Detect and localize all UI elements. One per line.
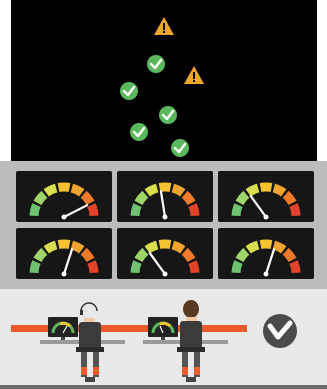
gauge-segment (144, 183, 159, 197)
gauge-segment (282, 190, 297, 206)
gauge-segment (134, 190, 149, 206)
gauge-segment (29, 203, 41, 217)
gauge-6 (231, 239, 301, 277)
gauge-needle (148, 251, 167, 276)
gauge-segment (43, 183, 58, 197)
gauge-segment (235, 190, 250, 206)
monitoring-illustration (0, 0, 327, 389)
floor-line (0, 385, 327, 389)
gauge-segment (134, 247, 149, 263)
gauge-segment (245, 240, 260, 254)
gauge-hub (162, 214, 168, 220)
gauge-segment (57, 182, 71, 192)
gauge-segment (80, 190, 95, 206)
gauge-hub (263, 214, 269, 220)
gauge-segment (259, 182, 273, 192)
vertiv-logo-icon (263, 314, 297, 348)
gauge-segment (29, 260, 41, 274)
gauge-hub (61, 214, 67, 220)
gauge-segment (289, 203, 301, 217)
gauge-segment (43, 240, 58, 254)
gauge-needle (62, 248, 74, 276)
check-icon (159, 106, 177, 124)
monitor (148, 317, 178, 340)
gauge-hub (162, 271, 168, 277)
gauge-hub (263, 271, 269, 277)
gauge-segment (231, 203, 243, 217)
gauge-segment (181, 247, 196, 263)
gauge-hub (61, 271, 67, 277)
gauge-segment (33, 190, 48, 206)
gauge-segment (70, 183, 85, 197)
gauge-segment (272, 183, 287, 197)
gauge-segment (158, 182, 172, 192)
gauge-segment (188, 203, 200, 217)
gauge-segment (87, 260, 99, 274)
gauge-panel (218, 171, 314, 222)
gauge-segment (282, 247, 297, 263)
gauge-needle (62, 204, 89, 219)
check-icon (171, 139, 189, 157)
operator-brown-hair (177, 300, 205, 377)
check-icon (147, 55, 165, 73)
gauge-4 (29, 239, 99, 277)
gauge-2 (130, 182, 200, 220)
gauge-segment (289, 260, 301, 274)
gauge-segment (245, 183, 260, 197)
gauge-needle (264, 248, 276, 276)
monitor (48, 317, 78, 340)
gauge-segment (272, 240, 287, 254)
gauge-needle (249, 194, 268, 219)
gauge-segment (188, 260, 200, 274)
gauge-segment (171, 240, 186, 254)
gauge-segment (80, 247, 95, 263)
gauge-segment (259, 239, 273, 249)
gauge-panel (218, 228, 314, 279)
gauge-segment (235, 247, 250, 263)
gauge-segment (33, 247, 48, 263)
gauge-wall (0, 161, 327, 289)
gauge-panel (16, 228, 112, 279)
gauge-segment (144, 240, 159, 254)
warning-icon (154, 17, 174, 35)
chair-base (85, 377, 95, 382)
operator-with-headset (76, 302, 104, 377)
status-screen (11, 0, 317, 161)
chair-base (186, 377, 196, 382)
gauge-segment (87, 203, 99, 217)
gauge-5 (130, 239, 200, 277)
gauge-needle (159, 190, 167, 219)
control-room (0, 289, 327, 389)
gauge-segment (130, 260, 142, 274)
gauge-panel (16, 171, 112, 222)
gauge-segment (130, 203, 142, 217)
gauge-segment (70, 240, 85, 254)
check-icon (120, 82, 138, 100)
gauge-panel (117, 171, 213, 222)
gauge-segment (231, 260, 243, 274)
gauge-segment (158, 239, 172, 249)
gauge-segment (171, 183, 186, 197)
check-icon (130, 123, 148, 141)
gauge-segment (57, 239, 71, 249)
warning-icon (184, 66, 204, 84)
gauge-segment (181, 190, 196, 206)
gauge-panel (117, 228, 213, 279)
gauge-3 (231, 182, 301, 220)
gauge-1 (29, 182, 99, 220)
